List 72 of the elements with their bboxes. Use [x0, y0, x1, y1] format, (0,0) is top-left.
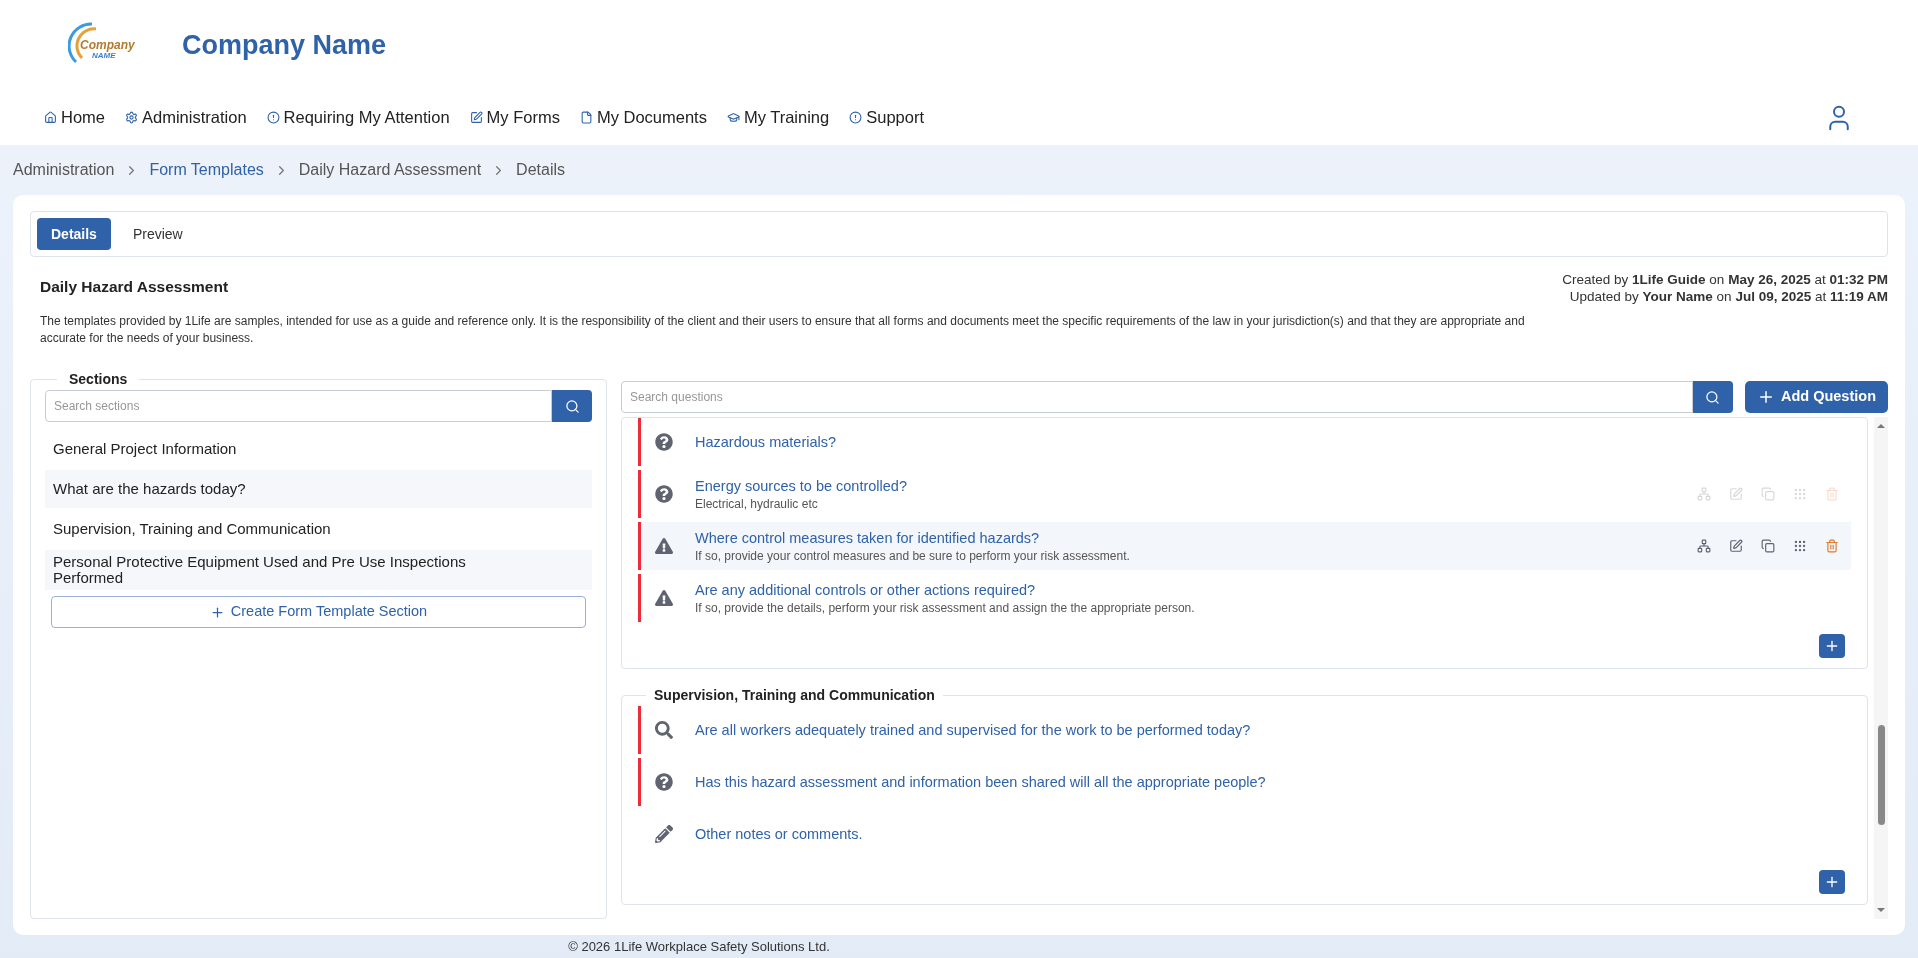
question-hint: Electrical, hydraulic etc	[695, 496, 819, 512]
drag-handle-icon[interactable]	[1793, 487, 1807, 501]
search-icon	[564, 398, 580, 414]
question-text: Has this hazard assessment and information been shared will all the appropriate people?	[695, 773, 1266, 792]
nav-link[interactable]: Administration	[125, 105, 247, 130]
warning-icon	[655, 589, 673, 607]
breadcrumb-link[interactable]: Details	[516, 158, 565, 182]
section-item[interactable]: What are the hazards today?	[45, 470, 592, 508]
help-icon	[655, 485, 673, 503]
section-search-field[interactable]: Search sections	[45, 390, 552, 422]
add-button[interactable]	[1819, 634, 1845, 658]
question-search-field[interactable]: Search questions	[621, 381, 1693, 413]
created-info: Created by 1Life Guide on May 26, 2025 at 01:32 PM	[1562, 271, 1888, 288]
company-name: Company Name	[182, 28, 387, 62]
warning-icon	[655, 537, 673, 555]
hierarchy-icon[interactable]	[1697, 539, 1711, 553]
nav-link[interactable]: Support	[849, 105, 924, 130]
create-section-button[interactable]: Create Form Template Section	[51, 596, 586, 628]
plus-icon	[1824, 874, 1840, 890]
form-title: Daily Hazard Assessment	[40, 277, 229, 297]
nav-link[interactable]: My Forms	[469, 105, 560, 130]
breadcrumb-link[interactable]: Administration	[13, 158, 115, 182]
disclaimer-text: The templates provided by 1Life are samples, intended for use as a guide and reference only. It is the responsibility of the client and their users to ensure that all forms and documents meet the specific requirements of the law in your jurisdiction(s) and that they are appropriate and accurate for the needs of your business.	[39, 313, 1526, 347]
company-logo: Company NAME	[68, 20, 140, 70]
home-icon	[44, 111, 57, 124]
search-icon	[1705, 389, 1721, 405]
copy-icon[interactable]	[1761, 539, 1775, 553]
group-legend: Supervision, Training and Communication	[646, 685, 943, 706]
scroll-down-arrow-icon[interactable]	[1876, 905, 1886, 915]
delete-icon[interactable]	[1825, 539, 1839, 553]
sections-legend: Sections	[57, 369, 140, 390]
edit-icon	[469, 111, 483, 124]
tab[interactable]: Preview	[118, 218, 197, 250]
footer-text: © 2026 1Life Workplace Safety Solutions Ltd.	[568, 938, 830, 956]
nav-link[interactable]: My Training	[726, 105, 830, 130]
question-text: Other notes or comments.	[695, 825, 863, 844]
search-button[interactable]	[552, 390, 592, 422]
plus-icon	[1824, 638, 1840, 654]
nav-link[interactable]: Home	[44, 105, 105, 130]
question-hint: If so, provide your control measures and be sure to perform your risk assessment.	[695, 548, 1130, 564]
nav-link[interactable]: My Documents	[579, 105, 707, 130]
question-text: Are all workers adequately trained and supervised for the work to be performed today?	[695, 721, 1251, 740]
add-question-button[interactable]: Add Question	[1744, 381, 1888, 413]
file-icon	[579, 111, 593, 124]
question-text: Are any additional controls or other actions required?	[695, 581, 1037, 600]
tab[interactable]: Details	[37, 218, 111, 250]
alert-icon	[849, 111, 863, 124]
help-icon	[655, 773, 673, 791]
nav-link[interactable]: Requiring My Attention	[266, 105, 450, 130]
edit-icon[interactable]	[1729, 539, 1743, 553]
question-text: Where control measures taken for identified hazards?	[695, 529, 1041, 548]
scroll-up-arrow-icon[interactable]	[1876, 421, 1886, 431]
drag-handle-icon[interactable]	[1793, 539, 1807, 553]
question-row[interactable]: Where control measures taken for identified hazards? If so, provide your control measures and be sure to perform your risk assessment.	[638, 522, 1851, 570]
pencil-icon	[655, 825, 673, 843]
question-text: Energy sources to be controlled?	[695, 477, 907, 496]
question-hint: If so, provide the details, perform your risk assessment and assign the the appropriate person.	[695, 600, 1195, 616]
updated-info: Updated by Your Name on Jul 09, 2025 at 11:19 AM	[1569, 288, 1888, 305]
add-button[interactable]	[1819, 870, 1845, 894]
alert-icon	[266, 111, 280, 124]
question-text: Hazardous materials?	[695, 433, 837, 452]
gear-icon	[125, 111, 138, 124]
help-icon	[655, 433, 673, 451]
breadcrumb-link[interactable]: Form Templates	[149, 158, 264, 182]
search-icon	[655, 721, 673, 739]
scrollbar[interactable]	[1874, 417, 1888, 919]
search-button[interactable]	[1692, 381, 1733, 413]
plus-icon	[209, 604, 225, 620]
graduation-cap-icon	[726, 111, 740, 124]
scrollbar-thumb[interactable]	[1877, 725, 1885, 825]
breadcrumb-link[interactable]: Daily Hazard Assessment	[298, 158, 482, 182]
section-item[interactable]: Personal Protective Equipment Used and Pre Use Inspections Performed	[45, 550, 592, 590]
